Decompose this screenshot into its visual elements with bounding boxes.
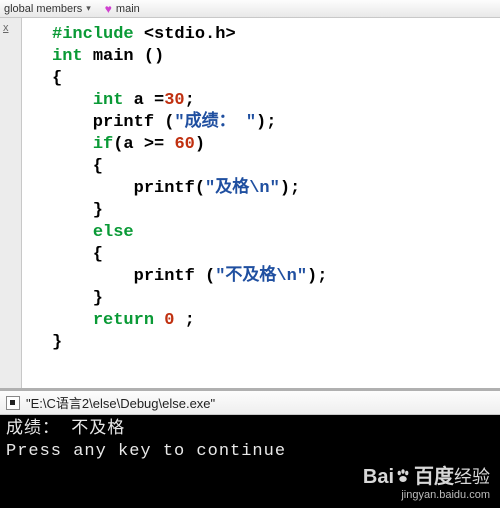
toolbar-right-label[interactable]: main: [116, 3, 140, 15]
heart-icon[interactable]: ♥: [105, 2, 112, 16]
top-toolbar: global members ▾ ♥ main: [0, 0, 500, 18]
console-line: Press any key to continue: [6, 442, 286, 461]
app-icon: [6, 396, 20, 410]
console-titlebar[interactable]: "E:\C语言2\else\Debug\else.exe": [0, 391, 500, 415]
editor-gutter: x: [0, 18, 22, 388]
close-icon[interactable]: x: [3, 22, 9, 34]
editor-area: x #include <stdio.h> int main () { int a…: [0, 18, 500, 390]
toolbar-left-label[interactable]: global members: [4, 3, 82, 15]
console-title-text: "E:\C语言2\else\Debug\else.exe": [26, 393, 215, 412]
console-window: "E:\C语言2\else\Debug\else.exe" 成绩： 不及格 Pr…: [0, 390, 500, 508]
dropdown-arrow-icon[interactable]: ▾: [82, 3, 95, 14]
console-output: 成绩： 不及格 Press any key to continue: [0, 415, 500, 508]
console-line: 成绩： 不及格: [6, 420, 125, 439]
code-editor[interactable]: #include <stdio.h> int main () { int a =…: [22, 18, 500, 388]
